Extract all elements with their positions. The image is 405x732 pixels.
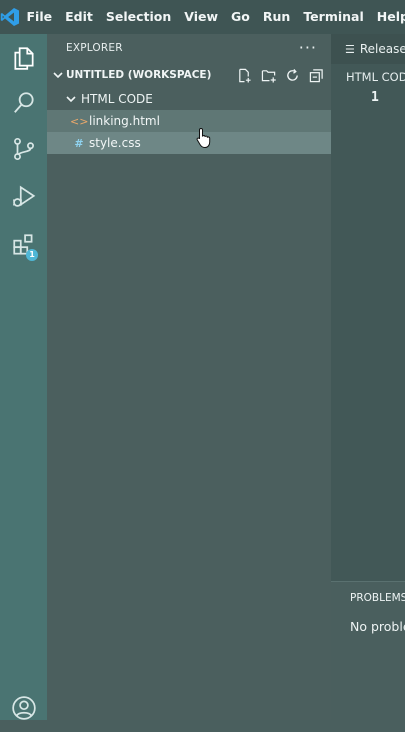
extensions-badge: 1 — [26, 249, 38, 261]
new-file-icon[interactable] — [236, 67, 253, 84]
menu-help[interactable]: Help — [370, 0, 405, 34]
editor-area: ☰ Release HTML CODE 1 PROBLEMS No proble — [331, 34, 405, 721]
chevron-down-icon — [50, 67, 66, 83]
hand-cursor-icon — [196, 127, 211, 149]
menu-run[interactable]: Run — [256, 0, 296, 34]
breadcrumb[interactable]: HTML CODE — [346, 70, 405, 84]
chevron-down-icon — [63, 91, 79, 107]
extensions-icon[interactable]: 1 — [0, 221, 47, 269]
file-style-css[interactable]: # style.css — [47, 132, 331, 154]
folder-label: HTML CODE — [81, 92, 153, 106]
account-icon[interactable] — [0, 684, 47, 732]
html-file-icon: <> — [70, 114, 89, 128]
menu-terminal[interactable]: Terminal — [297, 0, 370, 34]
file-name: style.css — [89, 136, 141, 150]
tab-label: Release — [359, 42, 405, 56]
release-notes-icon: ☰ — [345, 42, 355, 56]
collapse-all-icon[interactable] — [308, 67, 325, 84]
workspace-actions — [236, 67, 331, 84]
css-file-icon: # — [74, 136, 84, 150]
search-icon[interactable] — [0, 79, 47, 127]
vscode-logo-icon[interactable] — [0, 0, 20, 34]
folder-html-code[interactable]: HTML CODE — [47, 88, 331, 110]
menu-go[interactable]: Go — [225, 0, 257, 34]
menu-view[interactable]: View — [178, 0, 225, 34]
tab-problems[interactable]: PROBLEMS — [350, 592, 405, 604]
activity-bar: 1 — [0, 34, 47, 720]
refresh-icon[interactable] — [284, 67, 301, 84]
explorer-icon[interactable] — [0, 34, 47, 82]
source-control-icon[interactable] — [0, 125, 47, 173]
menu-file[interactable]: File — [20, 0, 59, 34]
run-debug-icon[interactable] — [0, 173, 47, 221]
workspace-title: UNTITLED (WORKSPACE) — [66, 69, 212, 81]
more-actions-button[interactable]: ··· — [299, 40, 317, 56]
menu-selection[interactable]: Selection — [99, 0, 177, 34]
workspace-section[interactable]: UNTITLED (WORKSPACE) — [47, 62, 331, 88]
menu-bar: File Edit Selection View Go Run Terminal… — [20, 0, 405, 34]
line-number: 1 — [371, 90, 379, 105]
new-folder-icon[interactable] — [260, 67, 277, 84]
title-bar: File Edit Selection View Go Run Terminal… — [0, 0, 405, 34]
explorer-header: EXPLORER ··· — [47, 34, 331, 62]
tab-release-notes[interactable]: ☰ Release — [331, 34, 405, 64]
file-name: linking.html — [89, 114, 160, 128]
menu-edit[interactable]: Edit — [59, 0, 100, 34]
file-linking-html[interactable]: <> linking.html — [47, 110, 331, 132]
bottom-panel: PROBLEMS No proble — [331, 581, 405, 721]
explorer-sidebar: EXPLORER ··· UNTITLED (WORKSPACE) HTML C… — [47, 34, 331, 720]
explorer-title: EXPLORER — [66, 42, 123, 54]
problems-message: No proble — [350, 619, 405, 634]
